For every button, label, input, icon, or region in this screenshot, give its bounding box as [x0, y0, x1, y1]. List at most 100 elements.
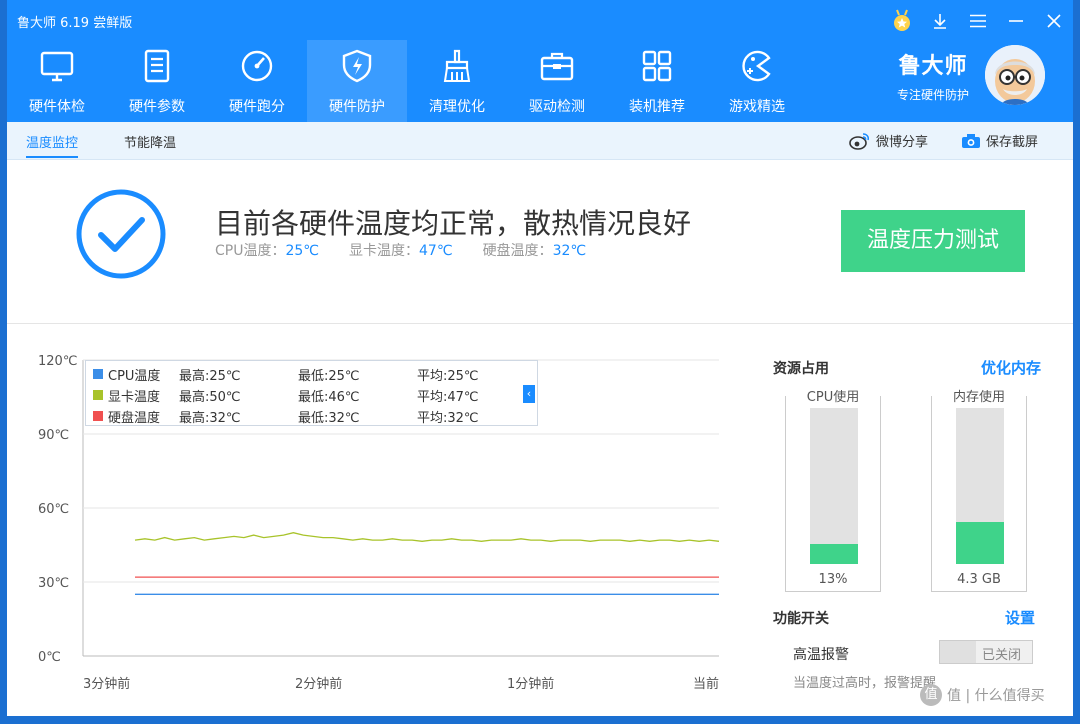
legend-row-gpu: 显卡温度 最高:50℃ 最低:46℃ 平均:47℃ — [86, 384, 537, 405]
nav-item-label: 装机推荐 — [629, 99, 685, 115]
award-icon[interactable] — [883, 6, 921, 36]
alarm-hint: 当温度过高时，报警提醒 — [793, 676, 937, 691]
nav-item-label: 硬件体检 — [29, 99, 85, 115]
cpu-usage-track — [810, 408, 858, 564]
nav-item-hardware-params[interactable]: 硬件参数 — [107, 40, 207, 122]
gamepad-icon — [742, 50, 771, 82]
high-temp-alarm-label: 高温报警 — [793, 647, 849, 663]
save-screenshot-button[interactable]: 保存截屏 — [961, 131, 1038, 150]
chart-y-tick-label: 120℃ — [38, 354, 77, 369]
gpu-temp: 显卡温度：47℃ — [349, 240, 453, 260]
legend-row-disk: 硬盘温度 最高:32℃ 最低:32℃ 平均:32℃ — [86, 405, 537, 426]
temperature-summary: CPU温度：25℃ 显卡温度：47℃ 硬盘温度：32℃ — [215, 240, 586, 260]
legend-swatch-disk — [93, 411, 103, 421]
close-icon[interactable] — [1035, 6, 1073, 36]
cpu-temp-value: 25℃ — [285, 243, 320, 259]
chart-x-tick-label: 3分钟前 — [83, 676, 130, 692]
toggle-knob — [940, 641, 976, 663]
memory-usage-value: 4.3 GB — [957, 572, 1001, 587]
stress-test-button[interactable]: 温度压力测试 — [841, 210, 1025, 272]
settings-link[interactable]: 设置 — [1005, 607, 1035, 628]
gauge-icon — [241, 50, 273, 82]
legend-max: 最高:50℃ — [179, 390, 241, 405]
chart-y-tick-label: 30℃ — [38, 576, 69, 591]
legend-swatch-cpu — [93, 369, 103, 379]
optimize-memory-link[interactable]: 优化内存 — [981, 357, 1041, 378]
avatar[interactable] — [985, 45, 1045, 105]
chart-x-tick-label: 1分钟前 — [507, 676, 554, 692]
shield-icon — [342, 49, 372, 83]
legend-avg: 平均:47℃ — [417, 390, 479, 405]
minimize-icon[interactable] — [997, 6, 1035, 36]
cpu-temp-label: CPU温度： — [215, 243, 286, 259]
brand-name: 鲁大师 — [898, 54, 968, 79]
memory-usage-gauge: 内存使用 4.3 GB — [931, 390, 1027, 592]
toolbox-icon — [540, 52, 574, 81]
save-screenshot-label: 保存截屏 — [986, 135, 1039, 150]
nav-item-label: 硬件防护 — [329, 99, 385, 115]
legend-avg: 平均:25℃ — [417, 369, 479, 384]
nav-item-label: 清理优化 — [429, 99, 485, 115]
camera-icon — [962, 133, 980, 148]
broom-icon — [443, 49, 471, 82]
tab-energy-saving[interactable]: 节能降温 — [124, 132, 176, 151]
sub-nav: 温度监控 节能降温 微博分享 保存截屏 — [7, 122, 1073, 160]
nav-item-build-recommend[interactable]: 装机推荐 — [607, 40, 707, 122]
features-title: 功能开关 — [773, 611, 829, 627]
gpu-temp-label: 显卡温度： — [349, 243, 420, 259]
main-nav: 硬件体检 硬件参数 硬件跑分 硬件防护 清理优化 驱动检测 装机推荐 游戏精选 — [7, 40, 807, 122]
legend-max: 最高:25℃ — [179, 369, 241, 384]
grid-icon — [642, 50, 672, 82]
nav-item-hardware-check[interactable]: 硬件体检 — [7, 40, 107, 122]
legend-swatch-gpu — [93, 390, 103, 400]
watermark-text: 值 | 什么值得买 — [947, 688, 1045, 704]
gpu-temp-value: 47℃ — [419, 243, 453, 259]
status-title: 目前各硬件温度均正常，散热情况良好 — [215, 207, 692, 240]
brand-slogan: 专注硬件防护 — [896, 88, 969, 102]
cpu-usage-gauge: CPU使用 13% — [785, 390, 881, 592]
header: 鲁大师 6.19 尝鲜版 硬件体检 硬件参数 硬件跑分 硬件防护 清理优化 驱动… — [7, 0, 1073, 122]
legend-min: 最低:25℃ — [298, 369, 360, 384]
legend-collapse-icon[interactable]: ‹ — [523, 385, 535, 403]
nav-item-label: 驱动检测 — [529, 99, 585, 115]
memory-usage-label: 内存使用 — [949, 390, 1008, 405]
disk-temp-label: 硬盘温度： — [482, 243, 553, 259]
weibo-share-button[interactable]: 微博分享 — [849, 131, 928, 150]
disk-temp: 硬盘温度：32℃ — [483, 240, 587, 260]
chart-series-line-1 — [134, 532, 720, 542]
memory-usage-fill — [956, 521, 1004, 564]
memory-usage-track — [956, 408, 1004, 564]
chart-y-tick-label: 90℃ — [38, 428, 69, 443]
resources-title: 资源占用 — [773, 361, 829, 377]
monitor-icon — [40, 51, 74, 82]
watermark: 值 值 | 什么值得买 — [920, 684, 1045, 706]
disk-temp-value: 32℃ — [552, 243, 587, 259]
nav-item-hardware-protection[interactable]: 硬件防护 — [307, 40, 407, 122]
download-icon[interactable] — [921, 6, 959, 36]
legend-row-cpu: CPU温度 最高:25℃ 最低:25℃ 平均:25℃ — [86, 363, 537, 384]
nav-item-games[interactable]: 游戏精选 — [707, 40, 807, 122]
weibo-share-label: 微博分享 — [876, 135, 929, 150]
weibo-icon — [849, 132, 869, 150]
nav-item-cleanup[interactable]: 清理优化 — [407, 40, 507, 122]
legend-avg: 平均:32℃ — [417, 411, 479, 426]
high-temp-alarm-toggle[interactable]: 已关闭 — [939, 640, 1033, 664]
chart-y-tick-label: 60℃ — [38, 502, 69, 517]
check-circle-icon — [76, 189, 166, 279]
cpu-temp: CPU温度：25℃ — [215, 240, 319, 260]
menu-icon[interactable] — [959, 6, 997, 36]
tab-temperature-monitor[interactable]: 温度监控 — [26, 132, 79, 158]
side-panel: 资源占用 优化内存 CPU使用 13% 内存使用 4.3 GB 功能开关 设置 … — [763, 324, 1073, 716]
nav-item-driver-check[interactable]: 驱动检测 — [507, 40, 607, 122]
temperature-chart: 0℃ 30℃ 60℃ 90℃ 120℃ 3分钟前 2分钟前 1分钟前 当前 CPU温度 最高:2… — [7, 324, 747, 716]
legend-name: 硬盘温度 — [108, 411, 161, 426]
legend-max: 最高:32℃ — [179, 411, 241, 426]
status-panel: 目前各硬件温度均正常，散热情况良好 CPU温度：25℃ 显卡温度：47℃ 硬盘温… — [7, 160, 1073, 324]
app-title: 鲁大师 6.19 尝鲜版 — [17, 16, 133, 31]
brand: 鲁大师 专注硬件防护 — [883, 48, 983, 103]
nav-item-label: 硬件参数 — [129, 99, 185, 115]
chart-legend: CPU温度 最高:25℃ 最低:25℃ 平均:25℃ 显卡温度 最高:50℃ 最… — [85, 360, 538, 426]
chart-x-tick-label: 2分钟前 — [295, 676, 342, 692]
toggle-state: 已关闭 — [982, 648, 1022, 663]
nav-item-hardware-benchmark[interactable]: 硬件跑分 — [207, 40, 307, 122]
